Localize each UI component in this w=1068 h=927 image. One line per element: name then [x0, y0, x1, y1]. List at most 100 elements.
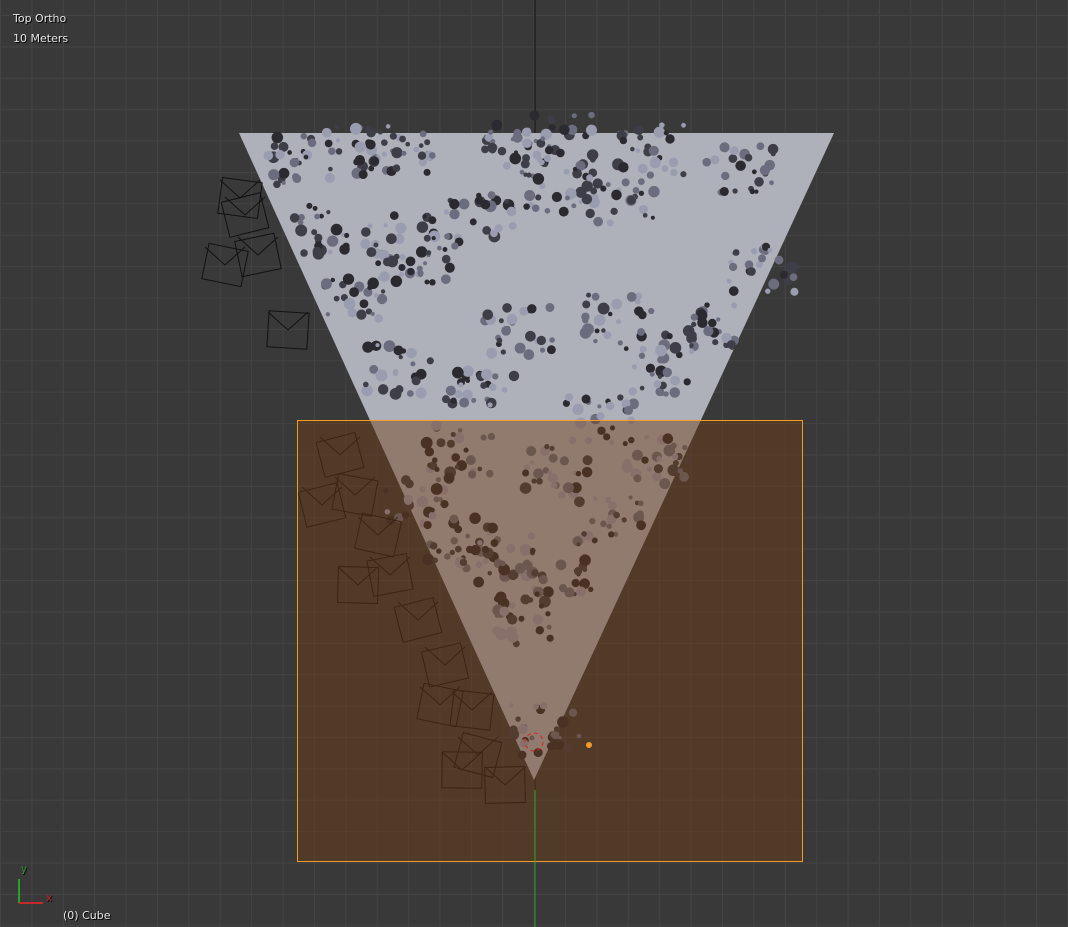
tree-blob [531, 204, 540, 213]
tree-blob [381, 139, 388, 146]
3d-viewport[interactable]: Top Ortho 10 Meters y x (0) Cube [0, 0, 1068, 927]
tree-blob [359, 299, 369, 309]
tree-blob [669, 341, 682, 354]
tree-blob [444, 233, 451, 240]
tree-blob [631, 364, 638, 370]
tree-blob [314, 213, 321, 220]
tree-blob [648, 145, 659, 156]
tree-blob [565, 393, 574, 402]
tree-blob [605, 182, 611, 188]
tree-blob [424, 279, 430, 285]
tree-blob [486, 347, 498, 359]
tree-blob [370, 311, 375, 317]
tree-blob [417, 151, 427, 160]
tree-blob [399, 135, 406, 143]
tree-blob [626, 195, 636, 205]
tree-blob [719, 142, 730, 153]
tree-blob [503, 162, 511, 170]
tree-blob [469, 218, 477, 226]
tree-blob [729, 262, 738, 272]
tree-blob [314, 233, 323, 242]
tree-blob [765, 288, 771, 294]
tree-blob [367, 285, 373, 291]
tree-blob [639, 345, 647, 353]
tree-blob [391, 147, 403, 159]
tree-blob [306, 202, 313, 209]
tree-blob [735, 161, 744, 170]
tree-blob [571, 203, 577, 209]
tree-blob [532, 150, 542, 160]
tree-blob [406, 390, 414, 397]
tree-blob [482, 309, 494, 320]
tree-blob [508, 370, 520, 382]
tree-blob [543, 162, 548, 167]
tree-blob [494, 224, 503, 233]
tree-blob [287, 150, 292, 155]
tree-blob [417, 269, 424, 277]
tree-blob [589, 156, 596, 163]
tree-blob [638, 352, 646, 359]
scene-canvas[interactable] [0, 0, 1068, 927]
tree-blob [682, 325, 695, 337]
tree-blob [621, 178, 630, 187]
tree-blob [471, 397, 477, 403]
tree-blob [548, 124, 556, 131]
tree-blob [689, 348, 695, 354]
tree-blob [529, 110, 540, 121]
tree-blob [619, 136, 628, 145]
tree-blob [465, 378, 471, 383]
tree-blob [268, 169, 280, 181]
tree-blob [634, 306, 644, 316]
tree-blob [544, 208, 551, 214]
tree-blob [381, 151, 387, 157]
tree-blob [768, 278, 780, 290]
tree-blob [662, 367, 673, 378]
tree-blob [406, 347, 417, 359]
tree-blob [363, 381, 369, 388]
tree-blob [600, 185, 607, 192]
tree-blob [661, 165, 669, 173]
tree-blob [392, 164, 401, 172]
tree-blob [545, 303, 555, 312]
tree-blob [278, 167, 290, 179]
tree-blob [585, 124, 597, 136]
tree-blob [354, 141, 366, 153]
tree-blob [451, 242, 459, 250]
tree-blob [527, 304, 537, 314]
active-object-label: (0) Cube [63, 909, 111, 922]
tree-blob [632, 186, 640, 194]
tree-blob [275, 149, 285, 160]
tree-blob [754, 177, 764, 187]
tree-blob [779, 270, 788, 279]
tree-blob [398, 354, 403, 360]
tree-blob [581, 394, 591, 404]
tree-blob [532, 173, 545, 185]
tree-blob [289, 213, 300, 223]
tree-blob [628, 387, 637, 396]
tree-blob [297, 219, 304, 226]
tree-blob [645, 363, 656, 373]
tree-blob [633, 128, 638, 134]
tree-blob [789, 273, 798, 282]
tree-blob [731, 302, 738, 309]
selected-cube[interactable] [297, 420, 803, 862]
tree-blob [300, 132, 308, 140]
tree-blob [670, 169, 678, 177]
tree-blob [719, 186, 729, 197]
tree-blob [702, 157, 712, 167]
tree-blob [508, 221, 517, 230]
tree-blob [786, 261, 799, 274]
tree-blob [637, 163, 648, 174]
tree-blob [659, 122, 665, 128]
tree-blob [744, 153, 753, 162]
tree-blob [413, 146, 420, 153]
tree-blob [586, 292, 592, 298]
tree-blob [638, 204, 648, 214]
tree-blob [289, 157, 300, 168]
tree-blob [405, 256, 416, 267]
grid-scale: 10 Meters [13, 32, 69, 45]
tree-blob [422, 214, 427, 219]
tree-blob [751, 248, 758, 255]
tree-blob [426, 250, 432, 256]
tree-blob [349, 287, 360, 298]
